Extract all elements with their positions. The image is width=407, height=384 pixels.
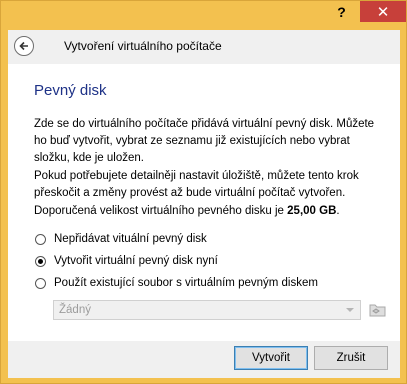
back-button[interactable] bbox=[14, 36, 34, 56]
choose-disk-file-button[interactable] bbox=[368, 300, 388, 320]
radio-button-selected[interactable] bbox=[35, 255, 46, 267]
wizard-footer: Vytvořit Zrušit bbox=[8, 341, 400, 378]
wizard-header: Vytvoření virtuálního počítače bbox=[8, 30, 400, 64]
close-button[interactable]: ✕ bbox=[360, 1, 406, 22]
radio-use-existing-disk[interactable]: Použít existující soubor s virtuálním pe… bbox=[35, 277, 318, 289]
radio-no-disk[interactable]: Nepřidávat vituální pevný disk bbox=[35, 233, 207, 245]
help-icon: ? bbox=[337, 3, 346, 20]
radio-create-disk[interactable]: Vytvořit virtuální pevný disk nyní bbox=[35, 255, 218, 267]
help-button[interactable]: ? bbox=[323, 1, 360, 22]
chevron-down-icon bbox=[346, 308, 354, 312]
wizard-window: ? ✕ Vytvoření virtuálního počítače Pevný… bbox=[0, 0, 407, 384]
close-icon: ✕ bbox=[376, 3, 390, 21]
back-arrow-icon bbox=[19, 41, 28, 51]
folder-icon bbox=[369, 304, 386, 317]
create-button[interactable]: Vytvořit bbox=[234, 346, 308, 370]
recommended-size-text: Doporučená velikost virtuálního pevného … bbox=[34, 205, 340, 217]
radio-button[interactable] bbox=[35, 277, 46, 289]
cancel-button[interactable]: Zrušit bbox=[314, 346, 388, 370]
hint-text: Pokud potřebujete detailněji nastavit úl… bbox=[34, 170, 359, 199]
radio-button[interactable] bbox=[35, 233, 46, 245]
recommended-size-value: 25,00 GB bbox=[287, 205, 337, 217]
wizard-page: Pevný disk Zde se do virtuálního počítač… bbox=[8, 64, 400, 341]
wizard-title: Vytvoření virtuálního počítače bbox=[64, 39, 222, 53]
existing-disk-select[interactable]: Žádný bbox=[53, 300, 361, 320]
page-title: Pevný disk bbox=[34, 82, 107, 99]
description-text: Zde se do virtuálního počítače přidává v… bbox=[34, 118, 375, 164]
